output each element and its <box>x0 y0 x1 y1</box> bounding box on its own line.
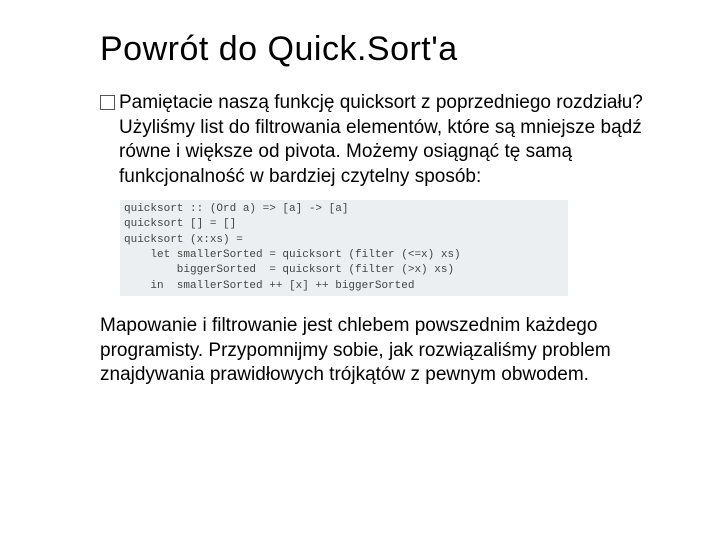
slide: Powrót do Quick.Sort'a Pamiętacie naszą … <box>0 0 720 540</box>
slide-title: Powrót do Quick.Sort'a <box>100 30 655 69</box>
bullet-text: Pamiętacie naszą funkcję quicksort z pop… <box>119 91 655 190</box>
closing-paragraph: Mapowanie i filtrowanie jest chlebem pow… <box>100 314 655 388</box>
bullet-lead: Pamiętacie <box>119 92 213 113</box>
bullet-item: Pamiętacie naszą funkcję quicksort z pop… <box>100 91 655 190</box>
square-bullet-icon <box>100 95 115 110</box>
code-block: quicksort :: (Ord a) => [a] -> [a] quick… <box>120 200 568 296</box>
